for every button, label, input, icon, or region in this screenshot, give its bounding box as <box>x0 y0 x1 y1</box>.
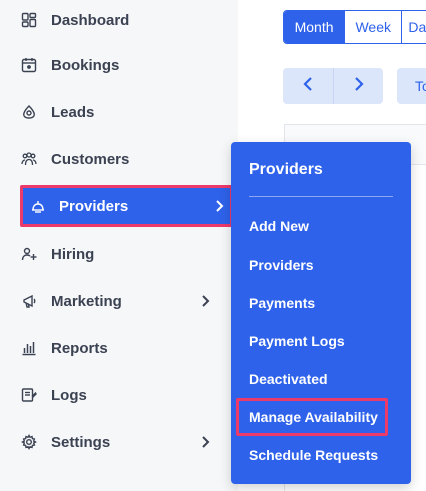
sidebar-item-dashboard[interactable]: Dashboard <box>0 0 238 40</box>
next-button[interactable] <box>333 68 383 104</box>
sidebar-item-label: Hiring <box>51 245 95 263</box>
submenu-item-deactivated[interactable]: Deactivated <box>249 370 328 388</box>
sidebar-item-reports[interactable]: Reports <box>0 328 238 368</box>
submenu-title: Providers <box>249 161 323 178</box>
calendar-nav <box>283 68 383 104</box>
view-day-button[interactable]: Da <box>402 11 426 43</box>
sidebar-item-label: Reports <box>51 339 108 357</box>
sidebar-item-bookings[interactable]: Bookings <box>0 45 238 85</box>
sidebar-item-label: Customers <box>51 150 130 168</box>
view-month-button[interactable]: Month <box>284 11 346 43</box>
sidebar-item-leads[interactable]: Leads <box>0 92 238 132</box>
chevron-left-icon <box>303 76 313 96</box>
chevron-right-icon <box>199 294 211 308</box>
sidebar-item-marketing[interactable]: Marketing <box>0 281 238 321</box>
sidebar-item-label: Bookings <box>51 56 120 74</box>
submenu-item-providers[interactable]: Providers <box>249 256 314 274</box>
leads-icon <box>20 103 38 121</box>
sidebar-item-providers[interactable]: Providers <box>20 185 233 227</box>
reports-icon <box>20 339 38 357</box>
hiring-icon <box>20 245 38 263</box>
sidebar-item-label: Providers <box>59 197 129 215</box>
submenu-item-payment-logs[interactable]: Payment Logs <box>249 332 345 350</box>
sidebar-item-label: Logs <box>51 386 87 404</box>
customers-icon <box>20 150 38 168</box>
logs-icon <box>20 386 38 404</box>
chevron-right-icon <box>213 199 225 213</box>
chevron-right-icon <box>199 435 211 449</box>
submenu-item-schedule-requests[interactable]: Schedule Requests <box>249 446 378 464</box>
sidebar-item-logs[interactable]: Logs <box>0 375 238 415</box>
submenu-divider <box>249 196 393 197</box>
calendar-icon <box>20 56 38 74</box>
providers-icon <box>29 197 47 215</box>
sidebar-item-label: Dashboard <box>51 11 130 29</box>
megaphone-icon <box>20 292 38 310</box>
gear-icon <box>20 433 38 451</box>
sidebar-item-label: Marketing <box>51 292 122 310</box>
sidebar: Dashboard Bookings Leads Customers Provi… <box>0 0 238 491</box>
prev-button[interactable] <box>283 68 333 104</box>
sidebar-item-settings[interactable]: Settings <box>0 422 238 462</box>
sidebar-item-label: Settings <box>51 433 111 451</box>
sidebar-item-hiring[interactable]: Hiring <box>0 234 238 274</box>
sidebar-item-label: Leads <box>51 103 95 121</box>
submenu-item-add-new[interactable]: Add New <box>249 217 309 235</box>
dashboard-icon <box>20 11 38 29</box>
calendar-view-switcher: Month Week Da <box>283 10 426 44</box>
highlight-box <box>236 398 388 436</box>
sidebar-item-customers[interactable]: Customers <box>0 139 238 179</box>
chevron-right-icon <box>354 76 364 96</box>
view-week-button[interactable]: Week <box>345 11 403 43</box>
today-button[interactable]: To <box>397 68 426 104</box>
submenu-item-payments[interactable]: Payments <box>249 294 315 312</box>
